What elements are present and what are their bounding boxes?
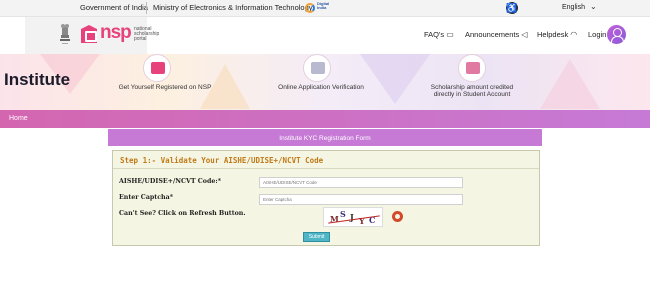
megaphone-icon: ◁ xyxy=(521,30,528,39)
digital-india-text: Digital India xyxy=(317,1,330,10)
scholarship-icon xyxy=(458,54,486,82)
divider xyxy=(146,2,147,14)
nav-faqs-label: FAQ's xyxy=(424,30,445,39)
nav-announcements-label: Announcements xyxy=(465,30,520,39)
captcha-label: Enter Captcha* xyxy=(119,194,173,201)
captcha-input[interactable] xyxy=(259,194,463,205)
captcha-char: S xyxy=(340,209,346,219)
kyc-form-panel: Step 1:- Validate Your AISHE/UDISE+/NCVT… xyxy=(112,150,540,246)
chevron-down-icon[interactable]: ⌄ xyxy=(590,2,597,11)
nav-faqs[interactable]: FAQ's ▭ xyxy=(424,30,454,39)
refresh-hint: Can't See? Click on Refresh Button. xyxy=(119,210,246,217)
nsp-logo-text: nsp xyxy=(100,22,132,43)
code-input[interactable] xyxy=(259,177,463,188)
code-label: AISHE/UDISE+/NCVT Code:* xyxy=(119,178,222,185)
nav-helpdesk[interactable]: Helpdesk ◠ xyxy=(537,30,577,39)
government-link[interactable]: Government of India xyxy=(80,3,148,12)
logo-area[interactable]: nsp national scholarship portal xyxy=(25,17,159,54)
form-title: Institute KYC Registration Form xyxy=(279,135,371,142)
step-heading: Step 1:- Validate Your AISHE/UDISE+/NCVT… xyxy=(120,156,324,165)
accessibility-icon[interactable]: ♿ xyxy=(506,2,518,14)
step-label: Online Application Verification xyxy=(278,84,364,91)
decorative-shape xyxy=(360,54,430,104)
register-icon-shape xyxy=(151,62,165,74)
breadcrumb-home[interactable]: Home xyxy=(9,115,28,122)
captcha-char: J xyxy=(350,212,354,222)
gov-top-bar: Government of India Ministry of Electron… xyxy=(0,0,650,17)
refresh-icon[interactable] xyxy=(392,211,403,222)
submit-button[interactable]: Submit xyxy=(303,232,330,242)
user-avatar-icon[interactable] xyxy=(607,25,626,44)
site-header: nsp national scholarship portal FAQ's ▭ A… xyxy=(0,17,650,54)
step-label: Get Yourself Registered on NSP xyxy=(118,84,212,91)
digital-india-icon xyxy=(305,3,315,13)
verification-icon xyxy=(303,54,331,82)
step-label: Scholarship amount credited directly in … xyxy=(430,84,514,98)
nav-login[interactable]: Login xyxy=(588,30,606,39)
national-emblem-icon xyxy=(60,24,70,44)
hero-banner: Institute Get Yourself Registered on NSP… xyxy=(0,54,650,110)
register-icon xyxy=(143,54,171,82)
divider xyxy=(113,168,539,169)
nav-helpdesk-label: Helpdesk xyxy=(537,30,569,39)
scholarship-icon-shape xyxy=(466,62,480,74)
nsp-logo-icon xyxy=(81,25,97,43)
form-title-bar: Institute KYC Registration Form xyxy=(108,129,542,146)
decorative-shape xyxy=(540,59,600,109)
breadcrumb-bar: Home xyxy=(0,110,650,128)
chat-icon: ▭ xyxy=(446,30,454,39)
page-title: Institute xyxy=(4,70,71,89)
nsp-logo-subtitle: national scholarship portal xyxy=(134,26,160,42)
verification-icon-shape xyxy=(311,62,325,74)
digital-india-logo: Digital India xyxy=(305,2,335,14)
headset-icon: ◠ xyxy=(570,30,578,39)
nav-announcements[interactable]: Announcements ◁ xyxy=(465,30,527,39)
captcha-image: M S J Y C xyxy=(323,207,383,227)
ministry-link[interactable]: Ministry of Electronics & Information Te… xyxy=(153,3,313,12)
language-select[interactable]: English xyxy=(562,4,585,11)
